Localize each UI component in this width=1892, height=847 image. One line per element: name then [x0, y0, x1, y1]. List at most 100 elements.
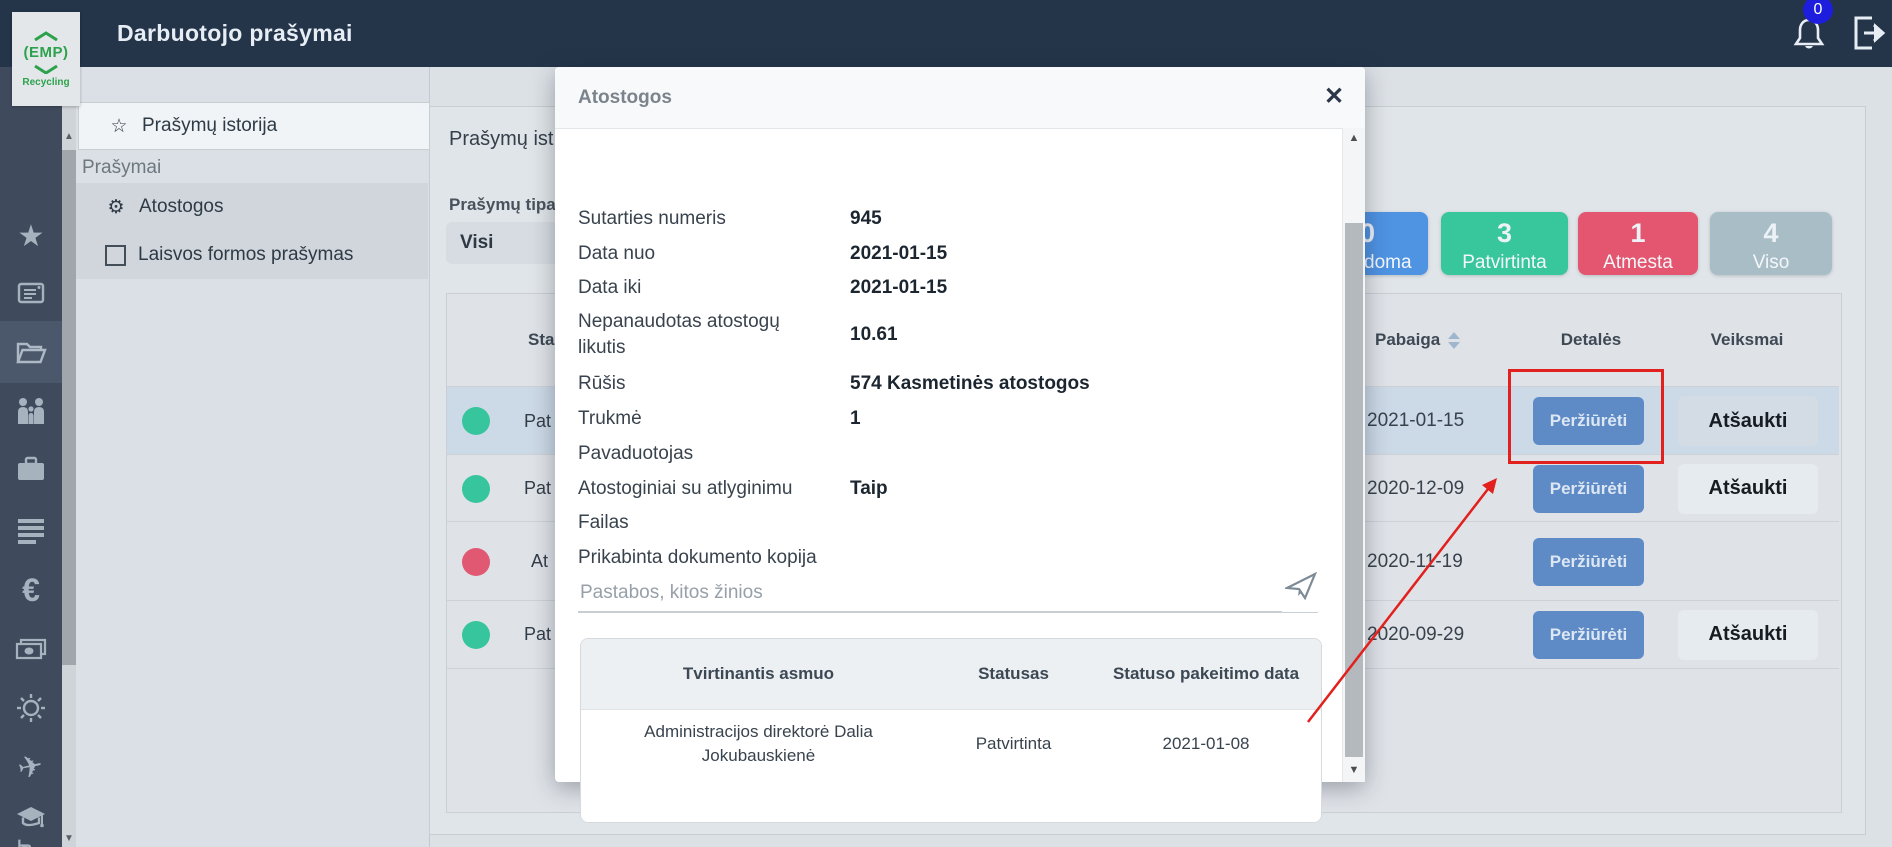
sidebar-item-vacation-sun[interactable]: [0, 679, 62, 737]
comment-input[interactable]: [578, 575, 1282, 612]
col-header-veiksmai: Veiksmai: [1710, 330, 1784, 349]
euro-icon: €: [22, 571, 40, 608]
field-row: Failas: [578, 510, 1318, 536]
badge-rejected: 1 Atmesta: [1578, 212, 1698, 275]
star-icon: ★: [17, 219, 45, 253]
view-button[interactable]: Peržiūrėti: [1533, 610, 1644, 659]
status-circle: [462, 620, 490, 649]
close-icon[interactable]: ✕: [1319, 82, 1349, 112]
field-label: Nepanaudotas atostogų likutis: [578, 311, 780, 358]
menu-item-label: Laisvos formos prašymas: [138, 244, 354, 265]
modal-scrollbar-thumb[interactable]: [1345, 223, 1363, 757]
sort-icon[interactable]: [1448, 332, 1461, 350]
cancel-button[interactable]: Atšaukti: [1678, 463, 1818, 514]
logo-text: (EMP): [23, 43, 69, 61]
sidebar-item-list[interactable]: [0, 501, 62, 559]
approvals-col-status: Statusas: [978, 664, 1049, 683]
field-row: Trukmė 1: [578, 406, 1318, 432]
col-header-pabaiga[interactable]: Pabaiga: [1375, 330, 1461, 350]
logout-icon: [1854, 16, 1886, 50]
emp-recycling-logo[interactable]: (EMP) Recycling: [12, 12, 80, 106]
field-label: Trukmė: [578, 408, 642, 429]
approvals-table: Tvirtinantis asmuo Statusas Statuso pake…: [580, 638, 1322, 823]
logo-subtext: Recycling: [22, 76, 70, 88]
banknote-icon: [15, 638, 47, 660]
field-row: Atostoginiai su atlyginimu Taip: [578, 476, 1318, 502]
menu-item-label: Atostogos: [139, 196, 224, 217]
approvals-row: Administracijos direktorė Dalia Jokubaus…: [581, 709, 1321, 779]
star-outline-icon: ☆: [110, 115, 128, 137]
gear-icon: ⚙: [107, 196, 125, 218]
field-row: Rūšis 574 Kasmetinės atostogos: [578, 371, 1318, 397]
cancel-button[interactable]: Atšaukti: [1678, 609, 1818, 660]
panel-scrollbar-thumb[interactable]: [62, 150, 76, 665]
approvals-col-date: Statuso pakeitimo data: [1112, 664, 1300, 683]
chevron-up-icon: [34, 30, 58, 41]
scrollbar-down-icon[interactable]: ▼: [1343, 764, 1365, 776]
sidebar-item-payments[interactable]: [0, 621, 62, 679]
sidebar-item-rest[interactable]: [0, 838, 62, 847]
status-circle: [462, 474, 490, 503]
badge-total: 4 Viso: [1710, 212, 1832, 275]
main-heading: Prašymų ist: [449, 128, 554, 150]
approver-name: Administracijos direktorė Dalia Jokubaus…: [644, 722, 873, 765]
modal-scrollbar[interactable]: ▲ ▼: [1342, 128, 1365, 782]
menu-section: ⚙ Atostogos Laisvos formos prašymas: [76, 183, 428, 279]
logout-button[interactable]: [1850, 14, 1890, 52]
send-button[interactable]: [1285, 572, 1317, 602]
end-date: 2021-01-15: [1367, 410, 1465, 431]
end-date: 2020-09-29: [1367, 623, 1465, 645]
badge-count: 3: [1496, 218, 1513, 248]
app-root: Darbuotojo prašymai (EMP) Recycling 0 ★: [0, 0, 1892, 847]
sidebar-item-training[interactable]: [0, 792, 62, 844]
approval-status: Patvirtinta: [975, 734, 1052, 753]
sidebar-item-news[interactable]: [0, 264, 62, 322]
view-button[interactable]: Peržiūrėti: [1533, 537, 1644, 586]
status-text: Pat: [524, 410, 552, 431]
approval-date: 2021-01-08: [1162, 734, 1250, 753]
atostogos-modal: Atostogos ✕ Sutarties numeris 945 Data n…: [555, 67, 1365, 823]
scrollbar-down-icon[interactable]: ▼: [62, 833, 76, 844]
checkbox-icon: [105, 244, 126, 266]
col-header-detales: Detalės: [1560, 330, 1622, 349]
sidebar-item-work[interactable]: [0, 440, 62, 498]
field-row: [578, 246, 1318, 298]
sidebar-item-salary[interactable]: €: [0, 561, 62, 619]
badge-count: 1: [1630, 218, 1646, 248]
sidebar-item-family[interactable]: [0, 381, 62, 439]
sidebar-item-trips[interactable]: ✈: [0, 738, 62, 796]
col-header-label: Pabaiga: [1375, 330, 1441, 349]
approvals-col-person: Tvirtinantis asmuo: [682, 664, 835, 683]
family-icon: [18, 398, 44, 424]
menu-item-prasymu-istorija[interactable]: ☆ Prašymų istorija: [78, 102, 430, 150]
scrollbar-up-icon[interactable]: ▲: [1343, 132, 1365, 144]
field-row: Pavaduotojas: [578, 441, 1318, 467]
field-value: 945: [850, 208, 882, 229]
field-value: 1: [850, 408, 861, 429]
annotation-highlight-rect: [1508, 369, 1664, 464]
field-row: Sutarties numeris 945: [578, 206, 1318, 232]
menu-section-label: Prašymai: [82, 157, 162, 178]
page-title: Darbuotojo prašymai: [117, 20, 353, 46]
modal-title: Atostogos: [578, 86, 672, 108]
view-button[interactable]: Peržiūrėti: [1533, 464, 1644, 513]
field-value: 10.61: [850, 324, 898, 345]
field-value: 574 Kasmetinės atostogos: [850, 373, 1090, 394]
scrollbar-up-icon[interactable]: ▲: [62, 131, 76, 142]
graduation-cap-icon: [17, 807, 45, 828]
plane-icon: ✈: [15, 748, 47, 786]
menu-item-atostogos[interactable]: ⚙ Atostogos: [76, 183, 428, 231]
sidebar-item-favorites[interactable]: ★: [0, 207, 62, 265]
menu-item-laisvos-formos[interactable]: Laisvos formos prašymas: [76, 231, 428, 279]
chevron-down-icon: [34, 64, 58, 74]
card-list-icon: [17, 282, 45, 304]
sidebar-item-requests[interactable]: [0, 321, 62, 383]
field-label: Sutarties numeris: [578, 208, 726, 229]
status-text: Pat: [524, 624, 552, 644]
comment-underline: [578, 612, 1318, 613]
cancel-button[interactable]: Atšaukti: [1678, 396, 1818, 446]
status-text: Pat: [524, 478, 552, 498]
bed-icon: [18, 839, 32, 847]
field-label: Prikabinta dokumento kopija: [578, 547, 817, 568]
field-label: Failas: [578, 512, 629, 533]
